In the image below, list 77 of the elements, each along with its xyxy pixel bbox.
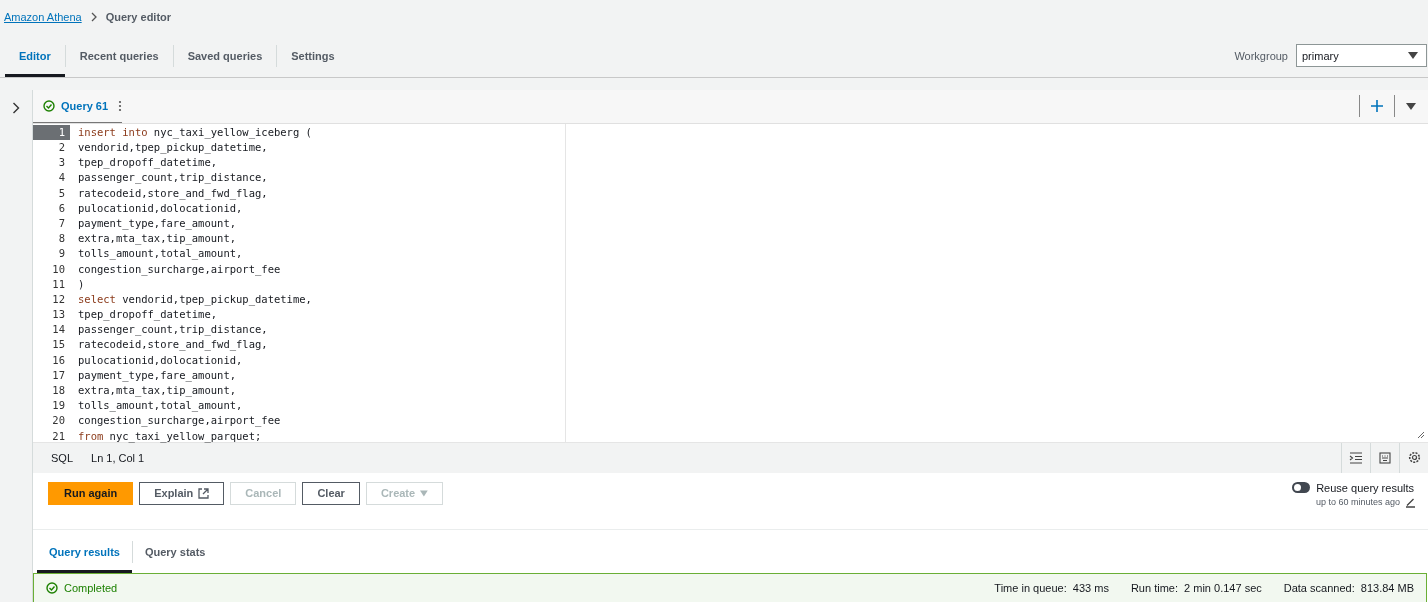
code-line: payment_type,fare_amount, (77, 367, 237, 383)
edit-icon[interactable] (1405, 496, 1416, 508)
action-button[interactable]: Clear (302, 481, 360, 505)
query-tab[interactable]: Query 61 (61, 99, 109, 112)
resize-handle-icon[interactable] (1417, 430, 1425, 439)
code-line: pulocationid,dolocationid, (77, 200, 243, 216)
line-number: 10 (51, 261, 66, 277)
line-number: 12 (51, 291, 66, 307)
code-line: from nyc_taxi_yellow_parquet; (77, 428, 262, 444)
code-line: tolls_amount,total_amount, (77, 246, 243, 262)
line-number: 6 (57, 200, 66, 216)
line-number: 15 (51, 337, 66, 353)
line-number: 18 (51, 383, 66, 398)
line-number: 19 (51, 398, 66, 414)
line-number: 11 (51, 276, 66, 292)
line-number: 2 (57, 140, 66, 155)
stat-text: Data scanned: 813.84 MB (1283, 582, 1414, 595)
action-button[interactable]: Explain (139, 481, 225, 505)
caret-down-icon (1408, 52, 1418, 59)
chevron-right-icon (89, 12, 98, 22)
line-number: 7 (57, 215, 66, 231)
line-number: 3 (57, 155, 66, 171)
reuse-note: up to 60 minutes ago (1315, 497, 1400, 508)
keyboard-icon[interactable] (1379, 451, 1391, 464)
stat-text: Run time: 2 min 0.147 sec (1130, 582, 1262, 595)
caret-down-icon[interactable] (1406, 102, 1416, 110)
line-number: 1 (33, 124, 70, 140)
expand-icon[interactable] (12, 102, 20, 114)
add-icon[interactable] (1371, 100, 1383, 113)
breadcrumb-current: Query editor (105, 11, 172, 23)
reuse-label: Reuse query results (1316, 481, 1414, 494)
line-number: 14 (51, 322, 66, 338)
code-line: passenger_count,trip_distance, (77, 322, 268, 338)
line-number: 17 (51, 367, 66, 383)
line-number: 9 (57, 246, 66, 262)
line-number: 16 (51, 352, 66, 368)
line-number: 4 (57, 170, 66, 186)
tab[interactable]: Saved queries (173, 34, 277, 77)
code-line: congestion_surcharge,airport_fee (77, 261, 281, 277)
external-link-icon (198, 487, 210, 499)
code-line: tolls_amount,total_amount, (77, 398, 243, 414)
line-number: 20 (51, 413, 66, 429)
tab[interactable]: Query stats (132, 530, 218, 574)
code-line: passenger_count,trip_distance, (77, 170, 268, 186)
code-line: select vendorid,tpep_pickup_datetime, (77, 291, 312, 308)
cursor-position: Ln 1, Col 1 (91, 451, 145, 464)
code-line: ) (77, 276, 85, 292)
code-line: ratecodeid,store_and_fwd_flag, (77, 185, 268, 201)
workgroup-label: Workgroup (1234, 49, 1288, 62)
tab[interactable]: Recent queries (65, 34, 173, 77)
code-line: tpep_dropoff_datetime, (77, 307, 218, 323)
more-icon[interactable] (118, 99, 123, 112)
toggle-switch[interactable] (1292, 482, 1311, 494)
code-line: congestion_surcharge,airport_fee (77, 413, 281, 429)
language-label: SQL (51, 451, 73, 464)
code-line: ratecodeid,store_and_fwd_flag, (77, 337, 268, 353)
breadcrumb-link[interactable]: Amazon Athena (4, 11, 82, 23)
action-button[interactable]: Run again (48, 481, 134, 505)
format-icon[interactable] (1349, 451, 1363, 464)
code-line: extra,mta_tax,tip_amount, (77, 231, 237, 247)
line-number: 5 (57, 185, 66, 201)
code-line: insert into nyc_taxi_yellow_iceberg ( (77, 124, 312, 140)
code-line: tpep_dropoff_datetime, (77, 155, 218, 171)
success-icon (46, 582, 58, 595)
caret-down-icon (420, 489, 428, 497)
line-number: 21 (51, 428, 66, 444)
tab[interactable]: Settings (277, 34, 349, 77)
line-number: 8 (57, 231, 66, 247)
code-line: pulocationid,dolocationid, (77, 352, 243, 368)
code-line: vendorid,tpep_pickup_datetime, (77, 140, 268, 156)
status-text: Completed (64, 582, 118, 595)
stat-text: Time in queue: 433 ms (994, 582, 1109, 595)
code-line: payment_type,fare_amount, (77, 215, 237, 232)
settings-icon[interactable] (1407, 451, 1421, 465)
line-number: 13 (51, 307, 66, 323)
workgroup-select[interactable]: primary (1296, 44, 1427, 67)
code-line: extra,mta_tax,tip_amount, (77, 383, 237, 399)
